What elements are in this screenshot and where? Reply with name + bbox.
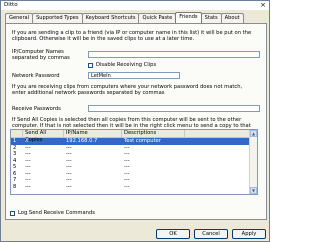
receive-passwords-input[interactable] [88, 105, 260, 112]
title-bar: Ditto × [1, 1, 269, 10]
apply-button[interactable]: Apply [232, 229, 266, 239]
column-header-ip-name[interactable]: IP/Name [64, 130, 122, 137]
row-send-all: --- [25, 183, 31, 190]
column-header-descriptions[interactable]: Descriptions [122, 130, 185, 137]
column-header-send-all[interactable]: Send All Copies [23, 130, 64, 143]
window-title: Ditto [4, 2, 18, 8]
table-row[interactable]: 8 --- --- --- [11, 184, 257, 191]
tab-friends[interactable]: Friends [175, 12, 202, 23]
tab-strip: General Supported Types Keyboard Shortcu… [5, 12, 244, 23]
disable-receiving-label: Disable Receiving Clips [96, 62, 157, 68]
tab-quick-paste[interactable]: Quick Paste [138, 13, 177, 23]
ip-label-sub: separated by commas [12, 55, 70, 61]
ditto-options-window: Ditto × General Supported Types Keyboard… [0, 0, 270, 242]
column-header-index[interactable] [11, 130, 23, 137]
network-password-label: Network Password [12, 73, 60, 79]
table-header: Send All Copies IP/Name Descriptions [11, 130, 257, 143]
tab-general[interactable]: General [5, 13, 34, 23]
row-ip: --- [66, 183, 72, 190]
log-commands-label: Log Send Receive Commands [18, 210, 95, 216]
tab-about[interactable]: About [220, 13, 244, 23]
scroll-down-icon[interactable]: ▼ [250, 187, 257, 194]
close-icon[interactable]: × [259, 1, 267, 9]
tab-stats[interactable]: Stats [200, 13, 222, 23]
ok-button[interactable]: OK [156, 229, 190, 239]
log-commands-checkbox[interactable] [10, 211, 15, 216]
receive-passwords-label: Receive Passwords [12, 106, 61, 112]
network-password-input[interactable]: LetMeIn [88, 72, 180, 79]
ip-names-input[interactable] [88, 51, 260, 58]
receive-info-text: If you are receiving clips from computer… [12, 84, 243, 97]
column-header-filler [185, 130, 257, 137]
friends-table[interactable]: Send All Copies IP/Name Descriptions 1 X… [10, 129, 258, 195]
tab-supported-types[interactable]: Supported Types [32, 13, 83, 23]
scroll-up-icon[interactable]: ▲ [250, 130, 257, 137]
tab-keyboard-shortcuts[interactable]: Keyboard Shortcuts [81, 13, 140, 23]
table-scrollbar[interactable]: ▲ ▼ [249, 130, 257, 194]
row-desc: --- [124, 183, 130, 190]
intro-text: If you are sending a clip to a friend (v… [12, 30, 252, 43]
cancel-button[interactable]: Cancel [194, 229, 228, 239]
disable-receiving-checkbox[interactable] [88, 63, 93, 68]
row-number: 8 [13, 183, 17, 190]
